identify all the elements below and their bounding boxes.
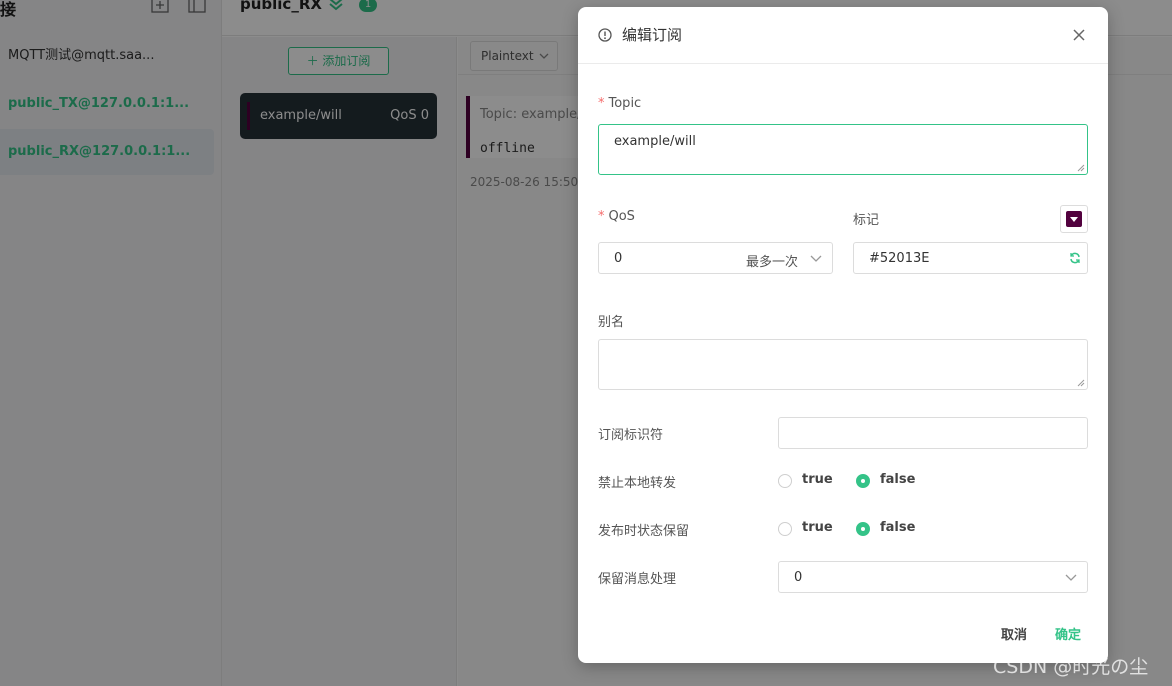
no-local-label: 禁止本地转发 [598,476,677,491]
mark-label: 标记 [853,213,880,228]
qos-hint: 最多一次 [745,255,798,270]
alias-input[interactable] [598,339,1088,390]
resize-handle-icon[interactable] [1077,164,1085,172]
color-picker-button[interactable] [1060,205,1088,233]
topic-value: example/will [614,134,696,149]
mark-color-value: #52013E [869,251,930,266]
no-local-true-label[interactable]: true [802,472,833,487]
chevron-down-icon [810,255,822,262]
qos-label: * QoS [598,209,635,224]
retain-as-published-true-radio[interactable] [778,522,792,536]
retain-handling-label: 保留消息处理 [598,572,677,587]
retain-handling-select[interactable]: 0 [778,561,1088,593]
edit-subscription-dialog: 编辑订阅 * Topic example/will * QoS 0 最多一次 标记 … [578,7,1108,663]
topic-input[interactable]: example/will [598,124,1088,175]
refresh-icon[interactable] [1069,252,1081,264]
retain-as-published-true-label[interactable]: true [802,520,833,535]
retain-as-published-false-label[interactable]: false [880,520,915,535]
confirm-button[interactable]: 确定 [1055,624,1081,643]
dialog-title: 编辑订阅 [622,26,683,44]
dialog-header: 编辑订阅 [578,7,1108,64]
resize-handle-icon[interactable] [1077,379,1085,387]
chevron-down-icon [1065,574,1077,581]
qos-select[interactable]: 0 最多一次 [598,242,833,274]
retain-as-published-label: 发布时状态保留 [598,524,690,539]
cancel-button[interactable]: 取消 [1001,624,1027,643]
subscription-identifier-input[interactable] [778,417,1088,449]
mark-color-input[interactable]: #52013E [853,242,1088,274]
caret-down-icon [1070,217,1078,222]
info-icon [598,27,612,46]
alias-label: 别名 [598,315,625,330]
qos-value: 0 [614,251,623,266]
watermark: CSDN @时光の尘 [993,656,1149,678]
retain-handling-value: 0 [794,570,803,585]
no-local-false-radio[interactable] [856,474,870,488]
no-local-false-label[interactable]: false [880,472,915,487]
close-icon[interactable] [1072,27,1086,46]
retain-as-published-false-radio[interactable] [856,522,870,536]
subscription-identifier-label: 订阅标识符 [598,428,664,443]
topic-label: * Topic [598,96,642,111]
no-local-true-radio[interactable] [778,474,792,488]
